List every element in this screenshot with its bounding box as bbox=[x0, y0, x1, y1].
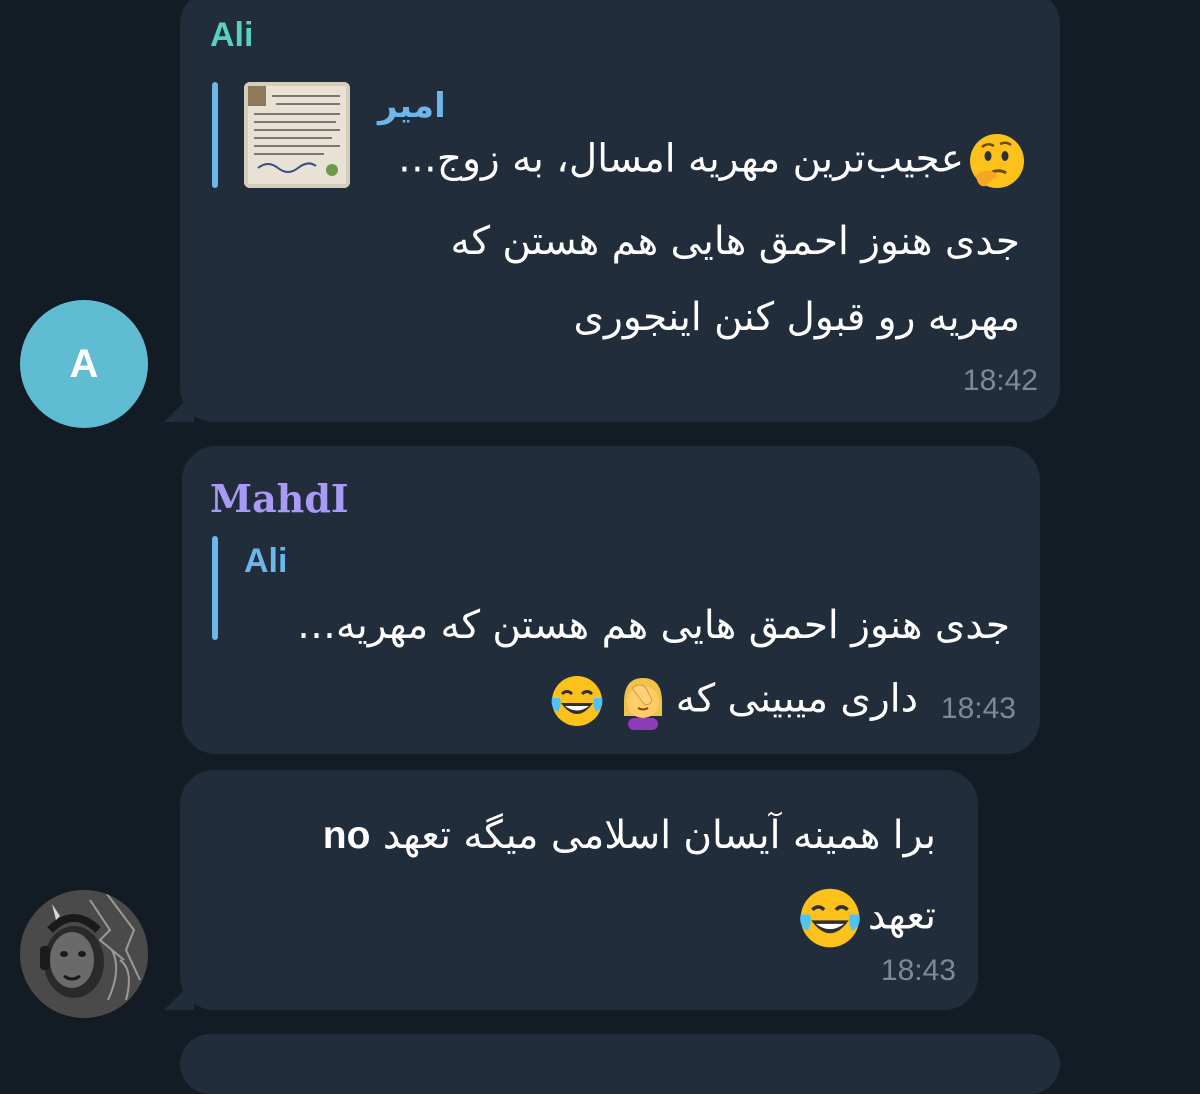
message-bubble-mahdi[interactable]: MahdI Ali جدی هنوز احمق هایی هم هستن که … bbox=[182, 446, 1040, 754]
tears-of-joy-emoji bbox=[548, 672, 606, 730]
avatar-letter: A bbox=[69, 341, 99, 386]
avatar-user-photo[interactable] bbox=[20, 890, 148, 1018]
bubble-tail bbox=[164, 392, 194, 422]
thinking-emoji bbox=[968, 132, 1026, 190]
reply-text: عجیب‌ترین مهریه امسال، به زوج… bbox=[398, 132, 1030, 190]
tears-of-joy-emoji bbox=[796, 884, 864, 952]
document-thumbnail bbox=[244, 82, 350, 188]
reply-author: امیر bbox=[378, 86, 446, 126]
facepalm-emoji bbox=[614, 672, 672, 730]
reply-bar bbox=[212, 82, 218, 188]
reply-bar bbox=[212, 536, 218, 640]
reply-text: جدی هنوز احمق هایی هم هستن که مهریه… bbox=[297, 603, 1010, 648]
message-line: برا همینه آیسان اسلامی میگه تعهد no bbox=[322, 813, 936, 858]
reply-author: Ali bbox=[244, 542, 288, 580]
avatar-ali[interactable]: A bbox=[20, 300, 148, 428]
message-time: 18:43 bbox=[940, 692, 1016, 725]
message-time: 18:42 bbox=[962, 364, 1038, 397]
sender-name[interactable]: Ali bbox=[210, 16, 253, 55]
sender-name[interactable]: MahdI bbox=[210, 476, 349, 521]
message-line: جدی هنوز احمق هایی هم هستن که bbox=[450, 219, 1020, 264]
message-line: مهریه رو قبول کنن اینجوری bbox=[573, 295, 1020, 340]
message-bubble-third[interactable]: برا همینه آیسان اسلامی میگه تعهد no تعهد… bbox=[164, 770, 978, 1010]
message-bubble-ali[interactable]: Ali امی bbox=[164, 0, 1060, 422]
bubble-tail bbox=[164, 980, 194, 1010]
message-time: 18:43 bbox=[880, 954, 956, 987]
message-bubble-partial[interactable] bbox=[180, 1034, 1060, 1094]
message-line: تعهد bbox=[792, 884, 936, 952]
message-text: داری میبینی که bbox=[544, 672, 918, 730]
